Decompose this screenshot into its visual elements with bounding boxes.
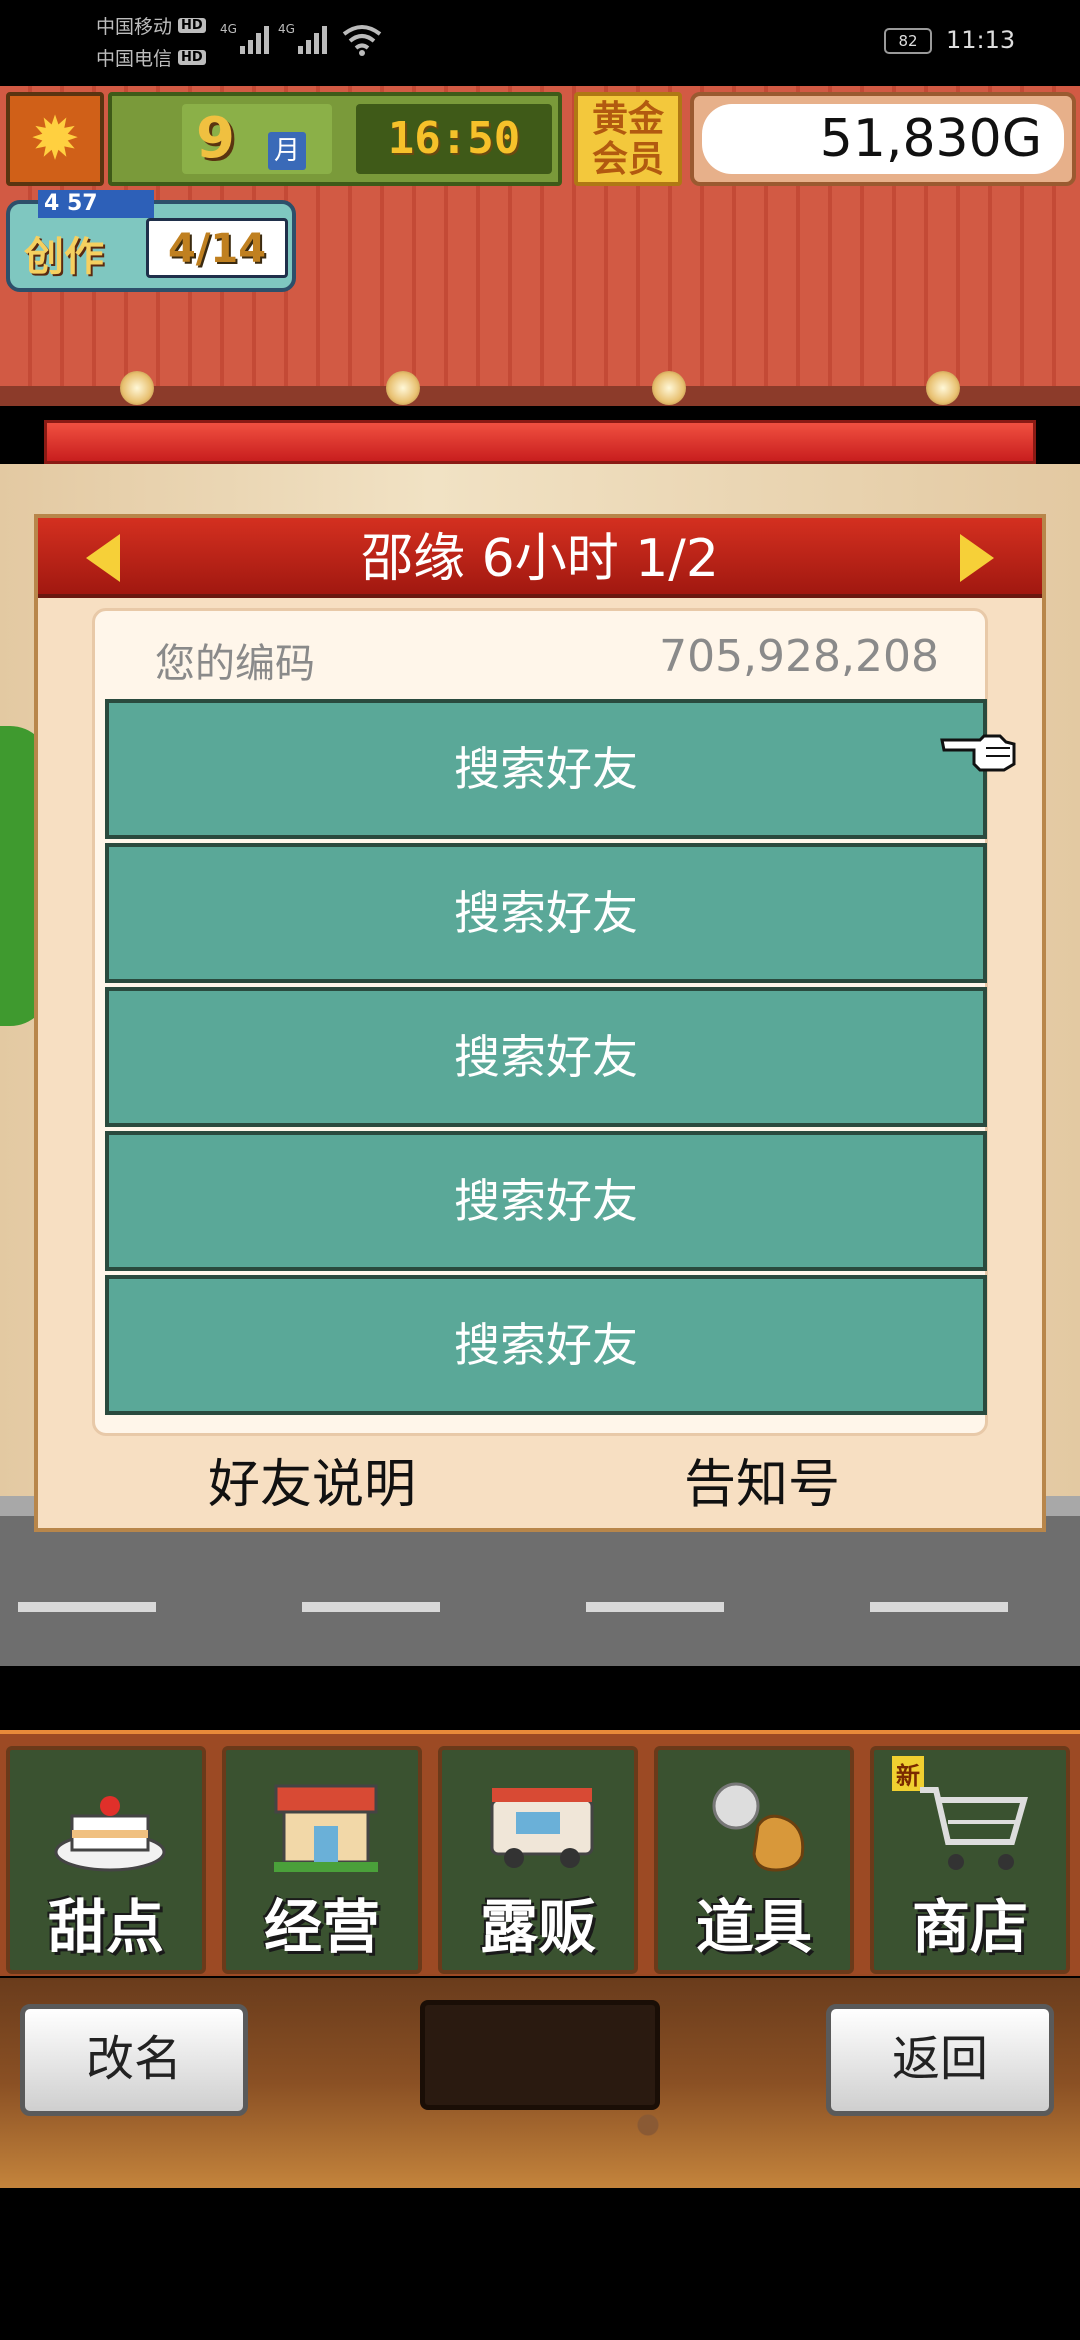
network-1-label: 4G: [220, 22, 237, 36]
money-value-box: 51,830G: [702, 104, 1064, 174]
search-friend-button[interactable]: 搜索好友: [105, 1131, 987, 1271]
next-page-icon[interactable]: [960, 534, 994, 582]
cake-icon: [54, 1796, 166, 1872]
create-status[interactable]: 4 57 创作 4/14: [6, 190, 296, 292]
food-truck-icon: [490, 1788, 594, 1868]
menu-stall-button[interactable]: 露贩: [438, 1746, 638, 1974]
game-time: 16:50: [356, 104, 552, 174]
rename-button[interactable]: 改名: [20, 2004, 248, 2116]
carrier-2: 中国电信 HD: [96, 44, 206, 71]
menu-manage-button[interactable]: 经营: [222, 1746, 422, 1974]
battery-indicator: 82: [884, 28, 932, 54]
currency-symbol: G: [1001, 109, 1042, 169]
signal-2-icon: [298, 26, 327, 54]
friend-slot-list: 搜索好友 搜索好友 搜索好友 搜索好友 搜索好友: [105, 699, 987, 1419]
center-panel: [420, 2000, 660, 2110]
menu-dessert-button[interactable]: 甜点: [6, 1746, 206, 1974]
game-screen: 中国移动 HD 中国电信 HD 4G 4G 82 11:13 ✹ 9 月 16:50: [0, 0, 1080, 2340]
status-clock: 11:13: [946, 26, 1016, 54]
menu-dessert-label: 甜点: [47, 1893, 164, 1961]
code-value: 705,928,208: [659, 631, 939, 682]
friend-info-button[interactable]: 好友说明: [208, 1442, 416, 1517]
dialog-header: 邵缘 6小时 1/2: [38, 518, 1042, 598]
hd-badge: HD: [178, 18, 206, 33]
menu-items-button[interactable]: 道具: [654, 1746, 854, 1974]
lamp-icon: [652, 371, 686, 405]
search-friend-button[interactable]: 搜索好友: [105, 1275, 987, 1415]
carrier-1: 中国移动 HD: [96, 12, 206, 39]
search-friend-button[interactable]: 搜索好友: [105, 843, 987, 983]
bottom-bar: 改名 返回: [0, 1978, 1080, 2188]
road-marking: [302, 1602, 440, 1612]
month-label: 月: [268, 132, 306, 170]
friend-dialog: 邵缘 6小时 1/2 您的编码 705,928,208 搜索好友 搜索好友 搜索…: [34, 514, 1046, 1532]
lamp-icon: [926, 371, 960, 405]
menu-store-button[interactable]: 新 商店: [870, 1746, 1070, 1974]
roof-edge: [0, 386, 1080, 406]
road-marking: [870, 1602, 1008, 1612]
back-button[interactable]: 返回: [826, 2004, 1054, 2116]
road: [0, 1516, 1080, 1666]
friend-panel: 您的编码 705,928,208 搜索好友 搜索好友 搜索好友 搜索好友 搜索好…: [92, 608, 988, 1436]
items-bag-icon: [712, 1782, 805, 1872]
status-bar: 中国移动 HD 中国电信 HD 4G 4G 82 11:13: [0, 0, 1080, 86]
wifi-icon: [342, 25, 382, 56]
month-number: 9: [196, 106, 235, 171]
menu-store-label: 商店: [911, 1893, 1028, 1961]
search-friend-button[interactable]: 搜索好友: [105, 699, 987, 839]
cart-icon: [920, 1787, 1028, 1870]
create-level: 4 57: [38, 190, 154, 218]
signal-1-icon: [240, 26, 269, 54]
carrier-1-label: 中国移动: [96, 16, 173, 38]
road-marking: [586, 1602, 724, 1612]
pointer-hand-icon: [940, 734, 1016, 772]
main-menu: 甜点 经营 露贩 道具 新 商店: [0, 1730, 1080, 1976]
menu-stall-label: 露贩: [479, 1893, 596, 1961]
search-friend-button[interactable]: 搜索好友: [105, 987, 987, 1127]
create-label: 创作: [24, 234, 104, 280]
month-box: 9 月: [182, 104, 332, 174]
code-label: 您的编码: [155, 641, 315, 687]
gold-member-badge[interactable]: 黄金会员: [574, 92, 682, 186]
calendar-panel: 9 月 16:50: [108, 92, 562, 186]
create-count: 4/14: [146, 218, 288, 278]
money-display: 51,830G: [690, 92, 1076, 186]
carrier-2-label: 中国电信: [96, 48, 173, 70]
dialog-title: 邵缘 6小时 1/2: [361, 529, 719, 589]
lamp-icon: [386, 371, 420, 405]
notice-button[interactable]: 告知号: [684, 1442, 840, 1517]
gold-member-label: 黄金会员: [591, 99, 664, 180]
menu-manage-label: 经营: [263, 1893, 380, 1961]
battery-level: 82: [898, 32, 918, 50]
menu-items-label: 道具: [695, 1893, 812, 1961]
hd-badge: HD: [178, 50, 206, 65]
lamp-icon: [120, 371, 154, 405]
maple-leaf-icon[interactable]: ✹: [6, 92, 104, 186]
money-value: 51,830: [819, 109, 1002, 169]
road-marking: [18, 1602, 156, 1612]
shop-awning: [44, 420, 1036, 464]
network-2-label: 4G: [278, 22, 295, 36]
shop-icon: [274, 1784, 378, 1872]
